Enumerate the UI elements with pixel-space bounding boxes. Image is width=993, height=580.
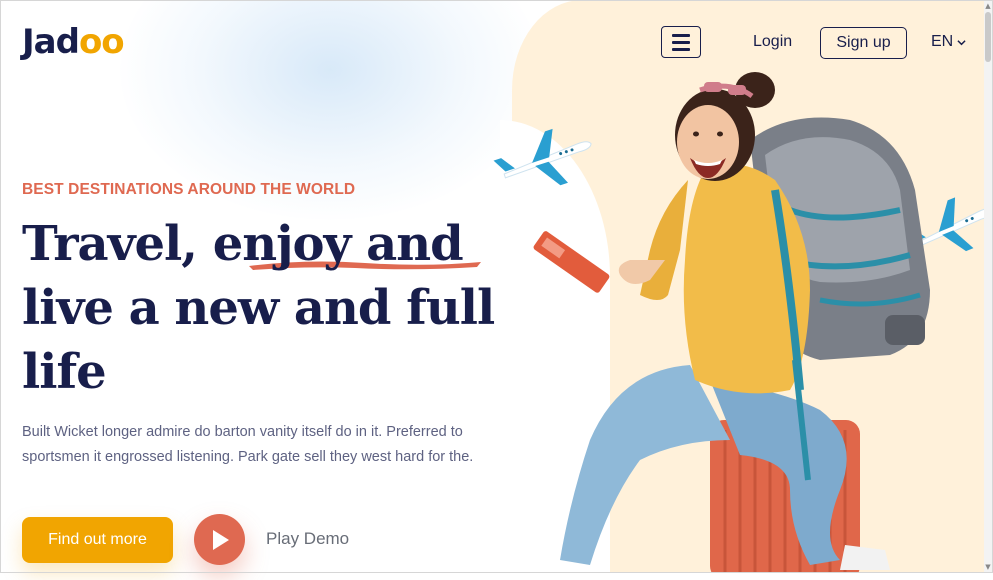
hamburger-icon [672, 47, 690, 51]
hero-tagline: BEST DESTINATIONS AROUND THE WORLD [22, 181, 356, 198]
hero-description: Built Wicket longer admire do barton van… [22, 424, 474, 465]
scroll-down-arrow-icon[interactable]: ▼ [984, 563, 992, 571]
scrollbar-thumb[interactable] [985, 12, 991, 62]
find-out-more-button[interactable]: Find out more [22, 517, 173, 563]
scrollbar-track[interactable] [984, 1, 992, 572]
scroll-up-arrow-icon[interactable]: ▲ [984, 2, 992, 10]
signup-button[interactable]: Sign up [820, 27, 907, 59]
hero-headline: Travel, enjoy and live a new and full li… [22, 216, 495, 400]
traveler-illustration [493, 72, 990, 573]
hamburger-icon [672, 33, 690, 37]
hamburger-icon [672, 40, 690, 44]
play-icon [212, 529, 229, 550]
play-demo-button[interactable] [194, 514, 245, 565]
language-selector[interactable]: EN [931, 33, 966, 51]
brand-logo[interactable]: Jadoo [22, 22, 125, 62]
play-demo-label[interactable]: Play Demo [266, 529, 349, 549]
airplane-icon [493, 128, 592, 186]
chevron-down-icon [957, 39, 966, 45]
passport [533, 231, 610, 293]
hamburger-menu-button[interactable] [661, 26, 701, 58]
login-link[interactable]: Login [753, 33, 792, 51]
language-label: EN [931, 33, 954, 50]
